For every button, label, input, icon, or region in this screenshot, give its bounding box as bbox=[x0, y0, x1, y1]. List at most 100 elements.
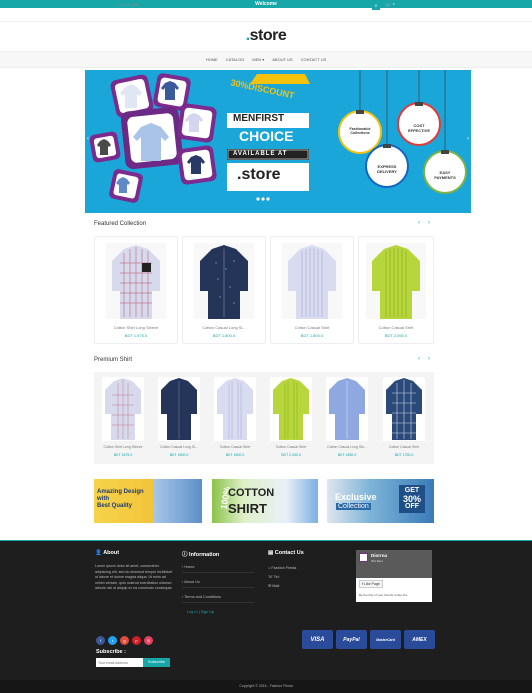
product-image bbox=[366, 243, 426, 319]
product-name[interactable]: Cotton Shirt Long Sleeve bbox=[95, 325, 177, 330]
link-label: Terms and Conditions bbox=[184, 595, 221, 599]
search-icon[interactable]: ⌕ bbox=[371, 2, 380, 10]
promo-banner-quality[interactable]: Amazing Design with Best Quality bbox=[94, 479, 202, 523]
product-name[interactable]: Cotton Casual Shirt bbox=[271, 325, 353, 330]
email-icon[interactable]: ✉ bbox=[98, 3, 101, 7]
info-link-about[interactable]: › About Us bbox=[182, 573, 254, 587]
about-title: 👤 About bbox=[95, 550, 119, 556]
fb-likes: 301 likes bbox=[371, 559, 383, 563]
phone-icon: ☏ bbox=[106, 3, 112, 7]
product-card[interactable]: Cotton Casual Shirt BDT 2,050.0 bbox=[358, 236, 434, 344]
product-image bbox=[282, 243, 342, 319]
ornament-delivery: EXPRESS DELIVERY bbox=[366, 164, 408, 174]
cart-count: 0 bbox=[391, 2, 396, 6]
fb-page-name[interactable]: Diorrna bbox=[371, 553, 387, 558]
product-name[interactable]: Cotton Shirt Long Sleeve bbox=[97, 445, 149, 449]
featured-arrows: ‹ › bbox=[418, 220, 430, 226]
product-name[interactable]: Cotton Casual Long Sl... bbox=[183, 325, 265, 330]
product-name[interactable]: Cotton Casual Shirt bbox=[359, 325, 433, 330]
product-name[interactable]: Cotton Casual Shirt bbox=[209, 445, 261, 449]
next-arrow-icon[interactable]: › bbox=[428, 220, 430, 226]
home-icon: ⌂ bbox=[268, 566, 271, 570]
premium-card[interactable]: Cotton Casual Shirt BDT 1800.0 bbox=[209, 375, 261, 461]
next-arrow-icon[interactable]: › bbox=[428, 356, 430, 362]
slider-next-arrow[interactable]: › bbox=[467, 136, 469, 142]
header bbox=[0, 8, 532, 22]
phone-number: (02) 456 7890 bbox=[117, 3, 140, 7]
link-label: About Us bbox=[184, 580, 200, 584]
product-price: BDT 1800.0 bbox=[225, 453, 245, 457]
facebook-icon[interactable]: f bbox=[96, 636, 105, 645]
info-login-signup[interactable]: Log In | Sign Up bbox=[182, 603, 254, 614]
premium-card[interactable]: Cotton Casual Shirt BDT 2,050.0 bbox=[265, 375, 317, 461]
ornament-cost: COST EFFECTIVE bbox=[398, 123, 440, 133]
nav-contact[interactable]: CONTACT US bbox=[301, 57, 327, 62]
slider-prev-arrow[interactable]: ‹ bbox=[87, 136, 89, 142]
contact-text: Fashion Fiesta bbox=[271, 566, 297, 570]
product-image bbox=[383, 377, 425, 441]
premium-arrows: ‹ › bbox=[418, 356, 430, 362]
instagram-icon[interactable]: ◎ bbox=[144, 636, 153, 645]
site-logo[interactable]: .store bbox=[0, 27, 532, 45]
nav-home[interactable]: HOME bbox=[206, 57, 218, 62]
nav-catalog[interactable]: CATALOG bbox=[226, 57, 245, 62]
product-image bbox=[326, 377, 368, 441]
product-card[interactable]: Cotton Casual Long Sl... BDT 1,800.0 bbox=[182, 236, 266, 344]
product-name[interactable]: Cotton Casual Shirt bbox=[265, 445, 317, 449]
banner-store: .store bbox=[237, 166, 281, 183]
prev-arrow-icon[interactable]: ‹ bbox=[418, 220, 420, 226]
product-image bbox=[158, 377, 200, 441]
product-price: BDT 1800.0 bbox=[169, 453, 189, 457]
premium-card[interactable]: Cotton Casual Shirt BDT 1750.0 bbox=[377, 375, 431, 461]
email-icon: ✉ bbox=[268, 584, 272, 588]
promo-shirt: SHIRT bbox=[228, 501, 267, 516]
product-name[interactable]: Cotton Casual Long Sle... bbox=[321, 445, 373, 449]
info-list: › Home › About Us › Terms and Conditions… bbox=[182, 564, 254, 614]
link-label: Home bbox=[184, 565, 195, 569]
header-actions: ⌕ 🛒 0 Log In | Sign Up bbox=[371, 2, 434, 10]
login-link[interactable]: Log In bbox=[401, 4, 411, 8]
signup-link[interactable]: Sign Up bbox=[422, 4, 434, 8]
facebook-widget[interactable]: Diorrna 301 likes f Like Page Be the fir… bbox=[356, 550, 432, 602]
contact-title: ▤ Contact Us bbox=[268, 550, 304, 556]
nav-about[interactable]: ABOUT US bbox=[272, 57, 292, 62]
contact-tel: ☏ Tel: bbox=[268, 573, 296, 582]
premium-card[interactable]: Cotton Casual Long Sle... BDT 1850.0 bbox=[321, 375, 373, 461]
nav-men[interactable]: MEN ▾ bbox=[252, 57, 264, 62]
info-link-terms[interactable]: › Terms and Conditions bbox=[182, 588, 254, 602]
twitter-icon[interactable]: t bbox=[108, 636, 117, 645]
subscribe-button[interactable]: Subscribe bbox=[143, 658, 170, 667]
pinterest-icon[interactable]: p bbox=[132, 636, 141, 645]
promo-banner-exclusive[interactable]: Exclusive Collection GET 30% OFF bbox=[327, 479, 434, 523]
payment-icons: VISA PayPal MasterCard AMEX bbox=[302, 630, 435, 649]
promo-cotton: COTTON bbox=[228, 487, 275, 499]
product-price: BDT 1575.0 bbox=[113, 453, 133, 457]
product-name[interactable]: Cotton Casual Shirt bbox=[377, 445, 431, 449]
hero-banner[interactable]: 30%DISCOUNT MENFIRST CHOICE AVAILABLE AT… bbox=[85, 70, 471, 213]
main-nav: HOME CATALOG MEN ▾ ABOUT US CONTACT US bbox=[0, 51, 532, 68]
premium-card[interactable]: Cotton Shirt Long Sleeve BDT 1575.0 bbox=[97, 375, 149, 461]
phone-icon: ☏ bbox=[268, 575, 273, 579]
product-price: BDT 1,800.0 bbox=[212, 333, 236, 338]
promo-banner-cotton[interactable]: 100% COTTON SHIRT bbox=[212, 479, 318, 523]
fb-like-button[interactable]: f Like Page bbox=[359, 580, 383, 588]
premium-card[interactable]: Cotton Casual Long Sl... BDT 1800.0 bbox=[153, 375, 205, 461]
info-link-home[interactable]: › Home bbox=[182, 564, 254, 572]
ornament-text: Collections bbox=[350, 131, 370, 135]
product-card[interactable]: Cotton Casual Shirt BDT 1,800.0 bbox=[270, 236, 354, 344]
visa-icon: VISA bbox=[302, 630, 333, 649]
promo-line: with bbox=[97, 496, 109, 502]
promo-collection: Collection bbox=[336, 503, 371, 510]
ornament-fashionable: Fashionable Collections bbox=[339, 127, 381, 135]
prev-arrow-icon[interactable]: ‹ bbox=[418, 356, 420, 362]
promo-pct: 30% bbox=[402, 494, 421, 504]
welcome-bar: Welcome bbox=[0, 0, 532, 8]
product-name[interactable]: Cotton Casual Long Sl... bbox=[153, 445, 205, 449]
google-plus-icon[interactable]: g bbox=[120, 636, 129, 645]
subscribe-email-input[interactable] bbox=[96, 658, 143, 667]
product-card[interactable]: Cotton Shirt Long Sleeve BDT 1,575.0 bbox=[94, 236, 178, 344]
social-icons: f t g p ◎ bbox=[96, 636, 153, 645]
promo-line: Amazing Design bbox=[97, 489, 144, 495]
shirt-collage bbox=[89, 73, 217, 203]
about-label: About bbox=[103, 550, 120, 556]
